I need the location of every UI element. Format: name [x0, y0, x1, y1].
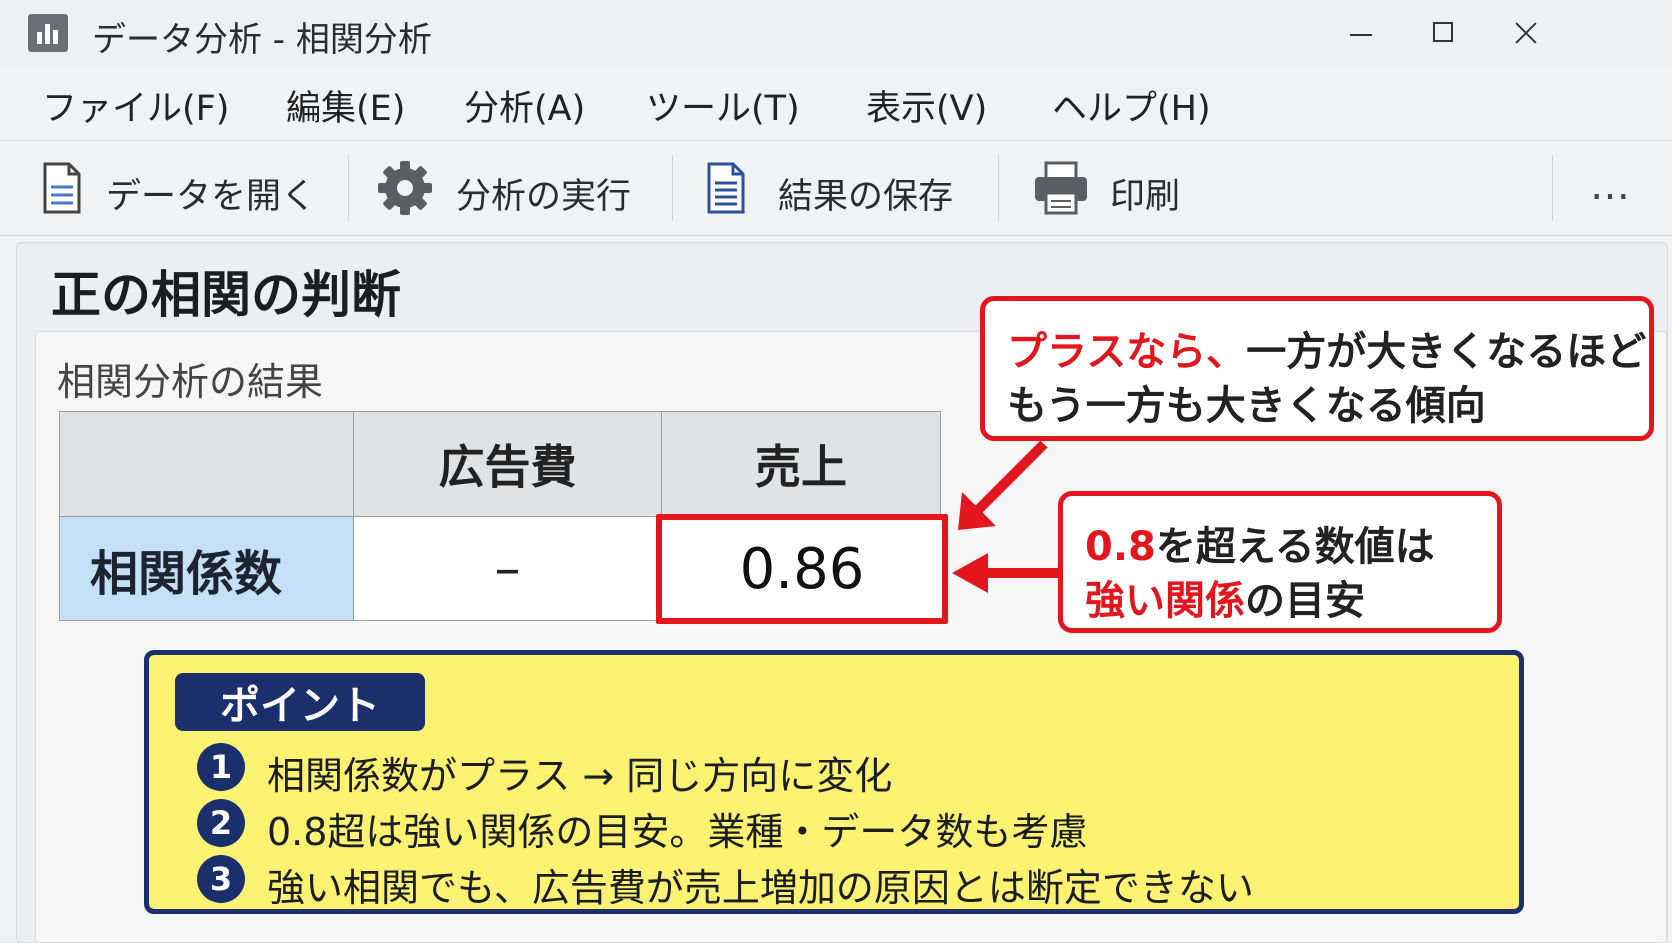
point-text: 相関係数がプラス → 同じ方向に変化 — [267, 754, 893, 798]
callout-positive-correlation: プラスなら、一方が大きくなるほど もう一方も大きくなる傾向 — [980, 296, 1654, 441]
callout-text: の目安 — [1245, 578, 1365, 624]
callout-line: 強い関係の目安 — [1085, 568, 1365, 626]
point-text: 強い相関でも、広告費が売上増加の原因とは断定できない — [267, 866, 1254, 910]
callout-emphasis: 強い関係 — [1085, 578, 1245, 624]
callout-strong-threshold: 0.8を超える数値は 強い関係の目安 — [1058, 491, 1502, 633]
number-badge-icon: 3 — [197, 855, 245, 903]
callout-emphasis: プラスなら、 — [1007, 329, 1247, 375]
app-window: データ分析 - 相関分析 ファイル(F) 編集(E) 分析(A) ツール(T) … — [0, 0, 1672, 943]
number-badge-icon: 2 — [197, 799, 245, 847]
callout-text: もう一方も大きくなる傾向 — [1007, 383, 1486, 429]
point-tag: ポイント — [175, 673, 425, 731]
callout-line: プラスなら、一方が大きくなるほど — [1007, 319, 1646, 377]
callout-text: を超える数値は — [1155, 524, 1435, 570]
point-text: 0.8超は強い関係の目安。業種・データ数も考慮 — [267, 810, 1088, 854]
number-badge-icon: 1 — [197, 743, 245, 791]
callout-text: 一方が大きくなるほど — [1246, 329, 1647, 375]
point-box: ポイント 1 相関係数がプラス → 同じ方向に変化 2 0.8超は強い関係の目安… — [144, 650, 1524, 914]
callout-emphasis: 0.8 — [1085, 524, 1156, 570]
callout-line: 0.8を超える数値は — [1085, 514, 1435, 572]
